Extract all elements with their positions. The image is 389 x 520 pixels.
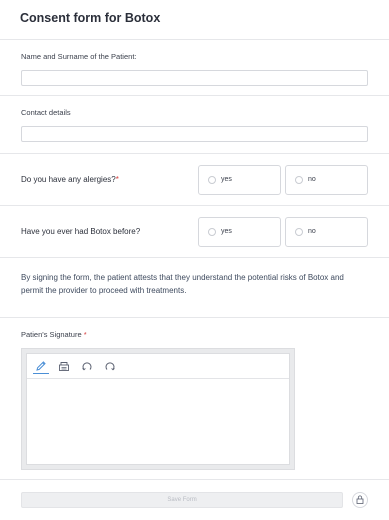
lock-button[interactable]: [352, 492, 368, 508]
botox-before-question-label: Have you ever had Botox before?: [21, 227, 194, 236]
allergies-no-option[interactable]: no: [285, 164, 368, 195]
botox-yes-label: yes: [221, 228, 232, 235]
undo-icon[interactable]: [79, 358, 95, 374]
radio-icon[interactable]: [208, 175, 216, 184]
save-form-button[interactable]: Save Form: [21, 492, 344, 508]
signature-label: Patien's Signature *: [21, 330, 368, 339]
botox-yes-option[interactable]: yes: [198, 216, 281, 247]
consent-statement-section: By signing the form, the patient attests…: [0, 258, 389, 318]
botox-no-option[interactable]: no: [285, 216, 368, 247]
contact-details-input[interactable]: [21, 126, 368, 142]
allergies-no-label: no: [308, 176, 316, 183]
eraser-icon[interactable]: [56, 358, 72, 374]
redo-icon[interactable]: [102, 358, 118, 374]
form-title: Consent form for Botox: [20, 11, 161, 25]
allergies-yes-option[interactable]: yes: [198, 164, 281, 195]
consent-statement: By signing the form, the patient attests…: [21, 273, 344, 295]
required-mark: *: [115, 175, 119, 184]
botox-before-question: Have you ever had Botox before? yes no: [0, 206, 389, 258]
botox-no-label: no: [308, 228, 316, 235]
patient-name-label: Name and Surname of the Patient:: [21, 52, 137, 61]
patient-name-section: Name and Surname of the Patient:: [0, 40, 389, 96]
radio-icon[interactable]: [295, 175, 303, 184]
required-mark: *: [83, 330, 87, 339]
patient-name-input[interactable]: [21, 70, 368, 86]
allergies-yes-label: yes: [221, 176, 232, 183]
radio-icon[interactable]: [208, 227, 216, 236]
allergies-question: Do you have any alergies?* yes no: [0, 154, 389, 206]
signature-label-text: Patien's Signature: [21, 330, 82, 339]
allergies-question-label: Do you have any alergies?*: [21, 175, 194, 184]
form-footer: Save Form: [0, 480, 389, 520]
allergies-question-text: Do you have any alergies?: [21, 175, 116, 184]
botox-before-question-text: Have you ever had Botox before?: [21, 227, 141, 236]
signature-pad-frame: [21, 348, 295, 470]
pen-icon[interactable]: [33, 358, 49, 374]
contact-details-section: Contact details: [0, 96, 389, 154]
signature-pad[interactable]: [26, 353, 290, 465]
radio-icon[interactable]: [295, 227, 303, 236]
lock-icon: [356, 491, 364, 509]
signature-toolbar: [27, 354, 289, 379]
form-header: Consent form for Botox: [0, 0, 389, 40]
contact-details-label: Contact details: [21, 108, 71, 117]
signature-section: Patien's Signature *: [0, 318, 389, 480]
